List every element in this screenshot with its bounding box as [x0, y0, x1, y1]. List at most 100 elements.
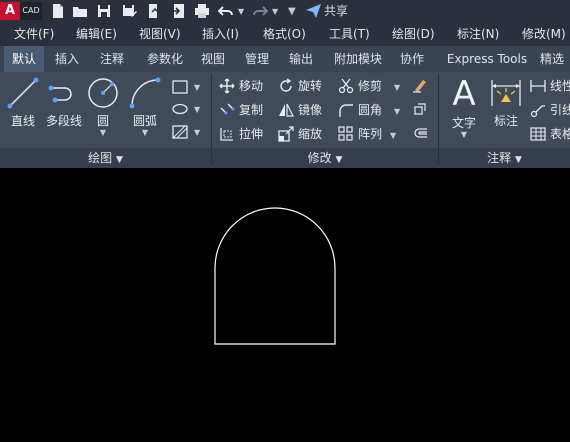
mirror-label: 镜像 [298, 103, 323, 117]
open-folder-icon[interactable] [72, 3, 88, 19]
array-icon [338, 126, 353, 141]
trim-label: 修剪 [358, 79, 383, 93]
circle-label: 圆 [96, 114, 109, 128]
scale-icon [278, 126, 294, 142]
menu-edit[interactable]: 编辑(E) [76, 22, 117, 46]
annotation-panel-expand-icon: ▼ [514, 155, 522, 165]
tab-collaborate[interactable]: 协作 [394, 46, 430, 72]
erase-icon[interactable] [412, 77, 428, 93]
tab-express-tools[interactable]: Express Tools [438, 46, 536, 72]
hatch-icon[interactable] [172, 125, 188, 139]
menu-dimension[interactable]: 标注(N) [457, 22, 499, 46]
text-label: 文字 [451, 116, 476, 130]
explode-icon[interactable] [412, 101, 428, 117]
share-label: 共享 [324, 4, 349, 18]
mirror-icon [279, 103, 294, 117]
redo-icon[interactable] [252, 3, 268, 19]
modify-panel-title[interactable]: 修改 ▼ [212, 148, 438, 168]
publish-icon[interactable] [146, 3, 162, 19]
trim-dropdown-icon[interactable]: ▼ [394, 83, 400, 92]
quick-access-toolbar: A CAD ▼ ▼ ▼ 共享 [0, 0, 570, 22]
tab-annotate[interactable]: 注释 [92, 46, 132, 72]
arch-shape [214, 207, 336, 345]
linear-dimension-icon [530, 80, 546, 92]
offset-icon[interactable] [412, 125, 428, 141]
modify-panel-expand-icon: ▼ [335, 155, 343, 165]
table-icon [530, 127, 546, 141]
ellipse-dropdown-icon[interactable]: ▼ [194, 105, 200, 114]
tab-featured[interactable]: 精选 [540, 46, 570, 72]
menu-format[interactable]: 格式(O) [263, 22, 306, 46]
fillet-icon [339, 104, 353, 117]
rotate-icon [280, 78, 292, 92]
move-icon [219, 78, 235, 94]
rectangle-icon[interactable] [172, 80, 188, 94]
polyline-tool[interactable]: 多段线 [42, 76, 86, 129]
copy-label: 复制 [239, 103, 264, 117]
line-tool[interactable]: 直线 [4, 76, 42, 129]
customize-toolbar-icon[interactable]: ▼ [288, 6, 296, 17]
arc-tool[interactable]: 圆弧 ▼ [124, 76, 166, 137]
menu-insert[interactable]: 插入(I) [202, 22, 239, 46]
leader-label: 引线 [550, 103, 570, 117]
rectangle-dropdown-icon[interactable]: ▼ [194, 83, 200, 92]
stretch-icon [220, 128, 233, 141]
tab-insert[interactable]: 插入 [48, 46, 86, 72]
draw-panel-title[interactable]: 绘图 ▼ [0, 148, 211, 168]
fillet-label: 圆角 [358, 103, 383, 117]
scissors-icon [338, 78, 354, 94]
text-dropdown-icon[interactable]: ▼ [444, 131, 484, 139]
tab-addins[interactable]: 附加模块 [326, 46, 390, 72]
line-label: 直线 [10, 114, 35, 128]
circle-tool[interactable]: 圆 ▼ [84, 76, 122, 137]
app-logo[interactable]: A CAD [0, 2, 42, 20]
array-label: 阵列 [358, 127, 383, 141]
tab-output[interactable]: 输出 [282, 46, 320, 72]
undo-dropdown-icon[interactable]: ▼ [238, 7, 244, 16]
tab-default[interactable]: 默认 [4, 46, 44, 72]
logo-text: CAD [20, 2, 42, 20]
polyline-label: 多段线 [45, 114, 82, 128]
arc-dropdown-icon[interactable]: ▼ [124, 129, 166, 137]
redo-dropdown-icon[interactable]: ▼ [272, 7, 278, 16]
menu-draw[interactable]: 绘图(D) [392, 22, 435, 46]
print-icon[interactable] [194, 3, 210, 19]
menu-file[interactable]: 文件(F) [14, 22, 54, 46]
circle-icon [88, 78, 118, 108]
arch-drawing [214, 207, 336, 345]
text-tool[interactable]: A 文字 ▼ [444, 76, 484, 139]
undo-icon[interactable] [218, 3, 234, 19]
drawing-canvas[interactable] [0, 168, 570, 438]
menu-view[interactable]: 视图(V) [139, 22, 181, 46]
menu-tools[interactable]: 工具(T) [329, 22, 370, 46]
scale-label: 缩放 [298, 127, 323, 141]
send-icon [306, 4, 321, 18]
ribbon-tabs: 默认 插入 注释 参数化 视图 管理 输出 附加模块 协作 Express To… [0, 46, 570, 72]
logo-letter: A [0, 2, 20, 20]
tab-view[interactable]: 视图 [195, 46, 231, 72]
import-icon[interactable] [170, 3, 186, 19]
share-button[interactable]: 共享 [306, 0, 348, 22]
tab-manage[interactable]: 管理 [238, 46, 276, 72]
draw-panel-expand-icon: ▼ [115, 155, 123, 165]
move-label: 移动 [239, 79, 264, 93]
table-label: 表格 [550, 127, 570, 141]
tab-parametric[interactable]: 参数化 [140, 46, 190, 72]
stretch-label: 拉伸 [239, 127, 264, 141]
text-a-icon: A [452, 74, 476, 114]
save-as-icon[interactable] [122, 3, 138, 19]
dimension-tool[interactable]: 标注 [486, 76, 526, 129]
menu-modify[interactable]: 修改(M) [522, 22, 566, 46]
line-icon [7, 77, 39, 109]
circle-dropdown-icon[interactable]: ▼ [84, 129, 122, 137]
new-file-icon[interactable] [50, 3, 66, 19]
leader-icon [530, 105, 545, 118]
array-dropdown-icon[interactable]: ▼ [390, 131, 396, 140]
dimension-label: 标注 [493, 114, 518, 128]
save-icon[interactable] [96, 3, 112, 19]
ellipse-icon[interactable] [172, 103, 188, 115]
fillet-dropdown-icon[interactable]: ▼ [394, 107, 400, 116]
polyline-icon [48, 85, 72, 103]
hatch-dropdown-icon[interactable]: ▼ [194, 128, 200, 137]
annotation-panel-title[interactable]: 注释 ▼ [439, 148, 570, 168]
